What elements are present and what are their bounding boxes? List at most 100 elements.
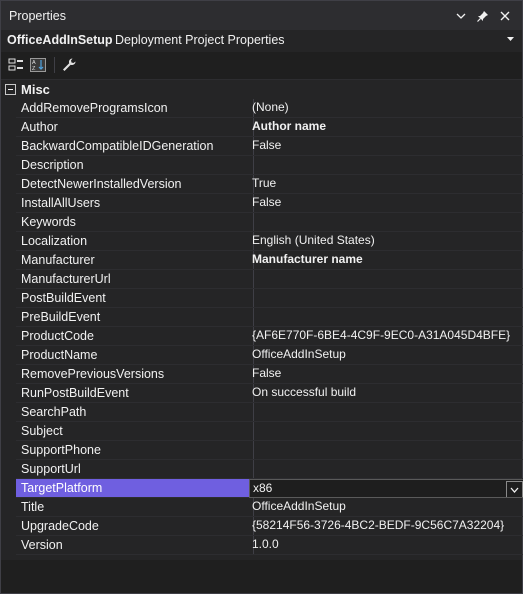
property-name: Author xyxy=(16,118,254,137)
property-row-prebuildevent[interactable]: PreBuildEvent xyxy=(16,308,523,327)
alphabetical-icon: A Z xyxy=(30,58,46,72)
property-name: Manufacturer xyxy=(16,251,254,270)
property-name: ProductCode xyxy=(16,327,254,346)
property-value[interactable]: False xyxy=(249,365,523,384)
property-row-productcode[interactable]: ProductCode {AF6E770F-6BE4-4C9F-9EC0-A31… xyxy=(16,327,523,346)
property-name: DetectNewerInstalledVersion xyxy=(16,175,254,194)
property-row-description[interactable]: Description xyxy=(16,156,523,175)
property-name: ProductName xyxy=(16,346,254,365)
property-value[interactable]: True xyxy=(249,175,523,194)
property-row-supportphone[interactable]: SupportPhone xyxy=(16,441,523,460)
property-name: PostBuildEvent xyxy=(16,289,254,308)
property-name: UpgradeCode xyxy=(16,517,254,536)
window-options-button[interactable] xyxy=(452,7,470,25)
property-name: RemovePreviousVersions xyxy=(16,365,254,384)
category-misc[interactable]: Misc xyxy=(1,80,522,99)
property-value-dropdown[interactable]: x86 xyxy=(249,479,523,498)
property-name: SupportUrl xyxy=(16,460,254,479)
property-name: InstallAllUsers xyxy=(16,194,254,213)
property-row-backwardcompatibleidgeneration[interactable]: BackwardCompatibleIDGeneration False xyxy=(16,137,523,156)
property-value[interactable]: False xyxy=(249,194,523,213)
property-row-runpostbuildevent[interactable]: RunPostBuildEvent On successful build xyxy=(16,384,523,403)
property-row-manufacturer[interactable]: Manufacturer Manufacturer name xyxy=(16,251,523,270)
property-name: Description xyxy=(16,156,254,175)
grid-margin xyxy=(1,99,16,555)
pin-icon xyxy=(477,11,488,22)
property-name: Title xyxy=(16,498,254,517)
property-row-detectnewerinstalledversion[interactable]: DetectNewerInstalledVersion True xyxy=(16,175,523,194)
property-value[interactable] xyxy=(249,213,523,232)
property-value[interactable]: {AF6E770F-6BE4-4C9F-9EC0-A31A045D4BFE} xyxy=(249,327,523,346)
property-name: TargetPlatform xyxy=(16,479,254,498)
property-value[interactable] xyxy=(249,270,523,289)
property-row-targetplatform[interactable]: TargetPlatform x86 xyxy=(16,479,523,498)
property-value[interactable]: OfficeAddInSetup xyxy=(249,346,523,365)
property-value[interactable] xyxy=(249,422,523,441)
close-icon xyxy=(500,11,510,21)
property-value[interactable]: English (United States) xyxy=(249,232,523,251)
pin-button[interactable] xyxy=(474,7,492,25)
property-value[interactable]: 1.0.0 xyxy=(249,536,523,555)
alphabetical-button[interactable]: A Z xyxy=(28,56,48,74)
property-value[interactable]: On successful build xyxy=(249,384,523,403)
property-value[interactable]: Manufacturer name xyxy=(249,251,523,270)
property-row-installallusers[interactable]: InstallAllUsers False xyxy=(16,194,523,213)
property-value[interactable] xyxy=(249,308,523,327)
collapse-icon[interactable] xyxy=(5,84,16,95)
property-value[interactable]: {58214F56-3726-4BC2-BEDF-9C56C7A32204} xyxy=(249,517,523,536)
property-value[interactable] xyxy=(249,460,523,479)
property-value[interactable] xyxy=(249,403,523,422)
wrench-icon xyxy=(63,58,76,71)
property-row-localization[interactable]: Localization English (United States) xyxy=(16,232,523,251)
property-name: Keywords xyxy=(16,213,254,232)
property-row-manufacturerurl[interactable]: ManufacturerUrl xyxy=(16,270,523,289)
property-name: SupportPhone xyxy=(16,441,254,460)
category-label: Misc xyxy=(21,82,50,97)
property-row-keywords[interactable]: Keywords xyxy=(16,213,523,232)
property-value[interactable] xyxy=(249,441,523,460)
property-value[interactable] xyxy=(249,289,523,308)
property-row-searchpath[interactable]: SearchPath xyxy=(16,403,523,422)
property-row-removepreviousversions[interactable]: RemovePreviousVersions False xyxy=(16,365,523,384)
property-name: AddRemoveProgramsIcon xyxy=(16,99,254,118)
property-value[interactable]: Author name xyxy=(249,118,523,137)
properties-window: Properties OfficeAddInSetup Deployment P… xyxy=(0,0,523,594)
property-row-productname[interactable]: ProductName OfficeAddInSetup xyxy=(16,346,523,365)
categorized-icon xyxy=(8,58,23,71)
property-name: BackwardCompatibleIDGeneration xyxy=(16,137,254,156)
dropdown-arrow-icon xyxy=(507,37,514,41)
selected-object-name: OfficeAddInSetup xyxy=(7,33,113,47)
property-row-author[interactable]: Author Author name xyxy=(16,118,523,137)
properties-toolbar: A Z xyxy=(1,52,522,80)
property-value[interactable]: OfficeAddInSetup xyxy=(249,498,523,517)
property-name: RunPostBuildEvent xyxy=(16,384,254,403)
property-value[interactable] xyxy=(249,156,523,175)
property-name: Version xyxy=(16,536,254,555)
property-row-upgradecode[interactable]: UpgradeCode {58214F56-3726-4BC2-BEDF-9C5… xyxy=(16,517,523,536)
property-name: PreBuildEvent xyxy=(16,308,254,327)
chevron-down-icon xyxy=(456,13,466,19)
property-name: ManufacturerUrl xyxy=(16,270,254,289)
property-name: Subject xyxy=(16,422,254,441)
chevron-down-icon xyxy=(510,487,519,493)
categorized-button[interactable] xyxy=(6,56,26,74)
toolbar-separator xyxy=(54,57,55,73)
title-bar: Properties xyxy=(1,1,522,30)
property-value: x86 xyxy=(253,481,273,495)
selected-object-type: Deployment Project Properties xyxy=(115,33,285,47)
property-row-subject[interactable]: Subject xyxy=(16,422,523,441)
property-row-postbuildevent[interactable]: PostBuildEvent xyxy=(16,289,523,308)
property-pages-button[interactable] xyxy=(59,56,79,74)
property-row-supporturl[interactable]: SupportUrl xyxy=(16,460,523,479)
property-name: Localization xyxy=(16,232,254,251)
object-selector[interactable]: OfficeAddInSetup Deployment Project Prop… xyxy=(1,30,522,52)
property-row-version[interactable]: Version 1.0.0 xyxy=(16,536,523,555)
property-row-addremoveprogramsicon[interactable]: AddRemoveProgramsIcon (None) xyxy=(16,99,523,118)
property-name: SearchPath xyxy=(16,403,254,422)
window-title: Properties xyxy=(9,9,66,23)
value-dropdown-button[interactable] xyxy=(506,481,523,497)
property-value[interactable]: (None) xyxy=(249,99,523,118)
property-value[interactable]: False xyxy=(249,137,523,156)
close-button[interactable] xyxy=(496,7,514,25)
property-row-title[interactable]: Title OfficeAddInSetup xyxy=(16,498,523,517)
